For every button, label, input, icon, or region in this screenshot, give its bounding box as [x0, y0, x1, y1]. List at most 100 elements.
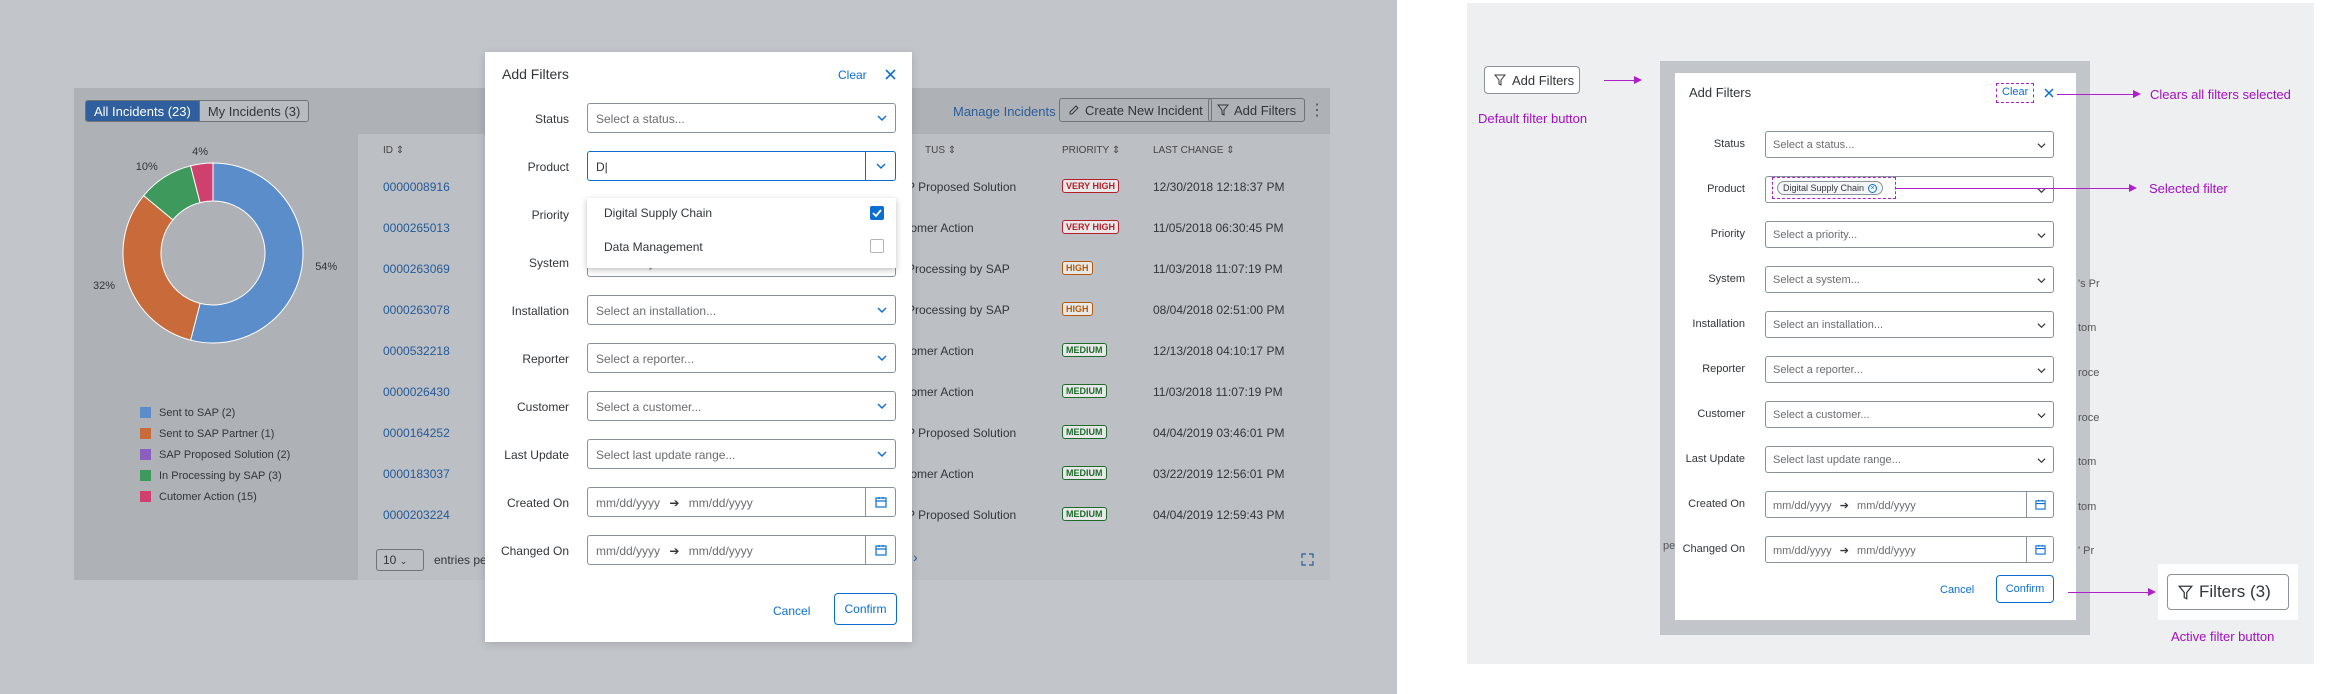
col-header-priority[interactable]: PRIORITY ⇕ — [1062, 145, 1120, 156]
dropdown-option-label[interactable]: Data Management — [604, 240, 703, 254]
col-header-last-change[interactable]: LAST CHANGE ⇕ — [1153, 145, 1235, 156]
app-screen-dimmed: All Incidents (23) My Incidents (3) Mana… — [0, 0, 1397, 694]
incident-id-link[interactable]: 0000164252 — [383, 426, 450, 440]
incident-id-link[interactable]: 0000008916 — [383, 180, 450, 194]
close-icon[interactable] — [885, 69, 896, 80]
field-placeholder: Select a customer... — [1773, 409, 1870, 421]
incident-id-link[interactable]: 0000265013 — [383, 221, 450, 235]
check-icon — [872, 209, 882, 218]
arrow-connector — [2068, 588, 2156, 596]
cancel-button[interactable]: Cancel — [773, 604, 810, 618]
filter-select[interactable]: Select a customer... — [1765, 401, 2054, 428]
donut-slice-label: 32% — [93, 280, 115, 292]
chip-remove-icon[interactable]: × — [1868, 183, 1878, 193]
filter-select[interactable]: Select a system... — [1765, 266, 2054, 293]
priority-badge: HIGH — [1062, 261, 1093, 275]
date-from: mm/dd/yyyy — [596, 496, 661, 510]
filter-select[interactable]: Select a reporter... — [1765, 356, 2054, 383]
confirm-button[interactable]: Confirm — [834, 593, 897, 625]
filter-icon — [1494, 74, 1506, 86]
filter-select[interactable]: Select a status... — [587, 103, 896, 133]
legend-label: Sent to SAP (2) — [159, 406, 236, 419]
chevron-down-icon — [876, 163, 885, 169]
donut-slice-label: 4% — [192, 146, 208, 158]
chevron-down-icon — [2037, 143, 2046, 149]
next-page-icon[interactable]: › — [913, 549, 918, 565]
incident-id-link[interactable]: 0000026430 — [383, 385, 450, 399]
caption-clear-filters: Clears all filters selected — [2150, 87, 2291, 102]
fullscreen-icon[interactable] — [1301, 553, 1314, 566]
dropdown-toggle[interactable] — [865, 152, 895, 180]
filter-select[interactable]: Select an installation... — [1765, 311, 2054, 338]
calendar-icon — [2034, 499, 2046, 510]
legend-item: In Processing by SAP (3) — [140, 465, 290, 486]
filter-select[interactable]: Select a customer... — [587, 391, 896, 421]
filter-select[interactable]: Select a reporter... — [587, 343, 896, 373]
date-range-input[interactable]: mm/dd/yyyy ➔ mm/dd/yyyy — [587, 487, 896, 517]
product-input[interactable]: D| — [587, 151, 896, 181]
donut-slice[interactable] — [122, 194, 201, 341]
arrow-connector — [2057, 90, 2141, 98]
page-size-select[interactable]: 10 ⌄ — [376, 549, 424, 571]
field-placeholder: Select a status... — [1773, 139, 1855, 151]
field-label: Status — [534, 112, 569, 126]
donut-slice-label: 54% — [315, 261, 337, 273]
filter-select[interactable]: Select a status... — [1765, 131, 2054, 158]
active-filter-button[interactable]: Filters (3) — [2167, 574, 2289, 610]
chevron-down-icon — [877, 115, 887, 121]
calendar-button[interactable] — [2026, 537, 2053, 562]
checkbox-unchecked[interactable] — [870, 239, 884, 253]
incident-id-link[interactable]: 0000183037 — [383, 467, 450, 481]
confirm-button[interactable]: Confirm — [1996, 575, 2054, 603]
field-value: D — [596, 160, 605, 174]
incident-id-link[interactable]: 0000532218 — [383, 344, 450, 358]
legend-label: Sent to SAP Partner (1) — [159, 427, 275, 440]
close-icon[interactable] — [2044, 88, 2054, 98]
date-to: mm/dd/yyyy — [1857, 500, 1916, 512]
date-to: mm/dd/yyyy — [688, 496, 753, 510]
legend-item: Cutomer Action (15) — [140, 486, 290, 507]
calendar-button[interactable] — [2026, 492, 2053, 517]
filter-select[interactable]: Select last update range... — [587, 439, 896, 469]
checkbox-checked[interactable] — [870, 206, 884, 220]
priority-badge: MEDIUM — [1062, 507, 1107, 521]
dialog-title: Add Filters — [1689, 85, 1752, 100]
selected-filter-chip[interactable]: Digital Supply Chain × — [1777, 181, 1884, 195]
chevron-down-icon — [2037, 413, 2046, 419]
donut-slices — [122, 162, 304, 344]
clear-button[interactable]: Clear — [838, 68, 867, 82]
date-range-input[interactable]: mm/dd/yyyy ➔ mm/dd/yyyy — [1765, 491, 2054, 518]
col-header-id[interactable]: ID ⇕ — [383, 145, 404, 156]
priority-badge: MEDIUM — [1062, 425, 1107, 439]
filter-select[interactable]: Select a priority... — [1765, 221, 2054, 248]
field-label: Installation — [511, 304, 569, 318]
col-header-status[interactable]: TUS ⇕ — [925, 145, 956, 156]
date-range-input[interactable]: mm/dd/yyyy ➔ mm/dd/yyyy — [587, 535, 896, 565]
bg-fragment: tom — [2078, 322, 2097, 334]
default-filter-button[interactable]: Add Filters — [1484, 66, 1580, 94]
clear-button[interactable]: Clear — [2002, 86, 2028, 98]
calendar-button[interactable] — [865, 536, 895, 564]
dropdown-option-label[interactable]: Digital Supply Chain — [604, 206, 712, 220]
incident-id-link[interactable]: 0000263078 — [383, 303, 450, 317]
status-cell: P Proposed Solution — [907, 180, 1017, 194]
bg-fragment: roce — [2078, 412, 2100, 424]
field-label: System — [528, 256, 569, 270]
priority-badge: MEDIUM — [1062, 384, 1107, 398]
filter-select[interactable]: Select last update range... — [1765, 446, 2054, 473]
date-range-input[interactable]: mm/dd/yyyy ➔ mm/dd/yyyy — [1765, 536, 2054, 563]
status-cell: P Proposed Solution — [907, 508, 1017, 522]
dialog-title: Add Filters — [502, 66, 569, 82]
active-filter-label: Filters (3) — [2199, 582, 2271, 601]
incident-id-link[interactable]: 0000203224 — [383, 508, 450, 522]
field-label: Priority — [531, 208, 569, 222]
legend-item: SAP Proposed Solution (2) — [140, 444, 290, 465]
arrow-connector — [1896, 184, 2137, 192]
cancel-button[interactable]: Cancel — [1940, 584, 1974, 596]
calendar-icon — [2034, 544, 2046, 555]
calendar-button[interactable] — [865, 488, 895, 516]
filter-select[interactable]: Select an installation... — [587, 295, 896, 325]
incident-id-link[interactable]: 0000263069 — [383, 262, 450, 276]
filter-icon — [2178, 585, 2193, 600]
field-label: Changed On — [500, 544, 569, 558]
